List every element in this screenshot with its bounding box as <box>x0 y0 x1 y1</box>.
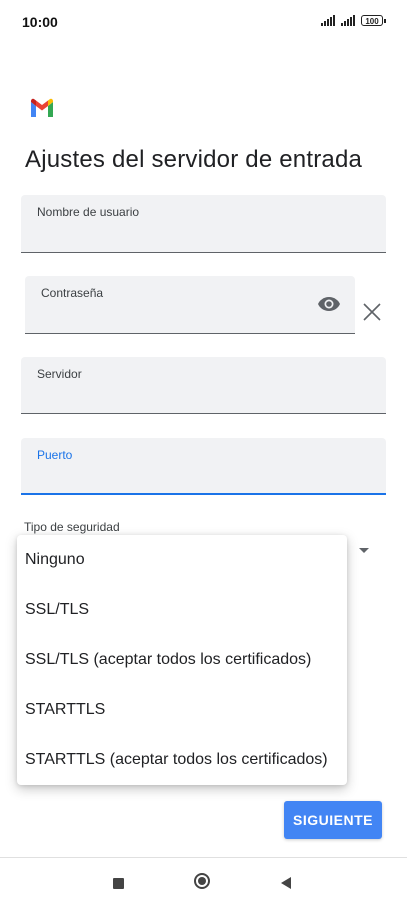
security-type-label: Tipo de seguridad <box>24 520 120 534</box>
home-icon[interactable] <box>194 873 210 889</box>
gmail-logo <box>31 98 53 117</box>
port-label: Puerto <box>37 448 73 462</box>
security-option-ssl-tls[interactable]: SSL/TLS <box>17 585 347 635</box>
port-field[interactable]: Puerto <box>21 438 386 495</box>
password-field[interactable]: Contraseña <box>25 276 355 334</box>
server-field[interactable]: Servidor <box>21 357 386 414</box>
page-title: Ajustes del servidor de entrada <box>25 146 363 173</box>
username-label: Nombre de usuario <box>37 205 140 219</box>
security-option-starttls[interactable]: STARTTLS <box>17 685 347 735</box>
security-option-starttls-all-certs[interactable]: STARTTLS (aceptar todos los certificados… <box>17 735 347 785</box>
eye-icon[interactable] <box>317 296 341 312</box>
security-option-ssl-tls-all-certs[interactable]: SSL/TLS (aceptar todos los certificados) <box>17 635 347 685</box>
security-option-none[interactable]: Ninguno <box>17 535 347 585</box>
security-dropdown-menu: Ninguno SSL/TLS SSL/TLS (aceptar todos l… <box>17 535 347 785</box>
recent-apps-icon[interactable] <box>113 878 124 889</box>
username-field[interactable]: Nombre de usuario <box>21 195 386 253</box>
back-icon[interactable] <box>281 877 291 889</box>
signal-icon <box>321 14 335 26</box>
server-label: Servidor <box>37 367 82 381</box>
system-nav-bar <box>0 857 407 907</box>
signal-icon <box>341 14 355 26</box>
dropdown-arrow-icon[interactable] <box>359 548 369 553</box>
status-bar: 10:00 100 <box>0 0 407 46</box>
status-icons: 100 <box>321 14 386 26</box>
battery-icon: 100 <box>361 15 386 26</box>
close-icon[interactable] <box>362 302 382 322</box>
status-time: 10:00 <box>22 14 58 30</box>
next-button[interactable]: SIGUIENTE <box>284 801 382 839</box>
password-label: Contraseña <box>41 286 104 300</box>
